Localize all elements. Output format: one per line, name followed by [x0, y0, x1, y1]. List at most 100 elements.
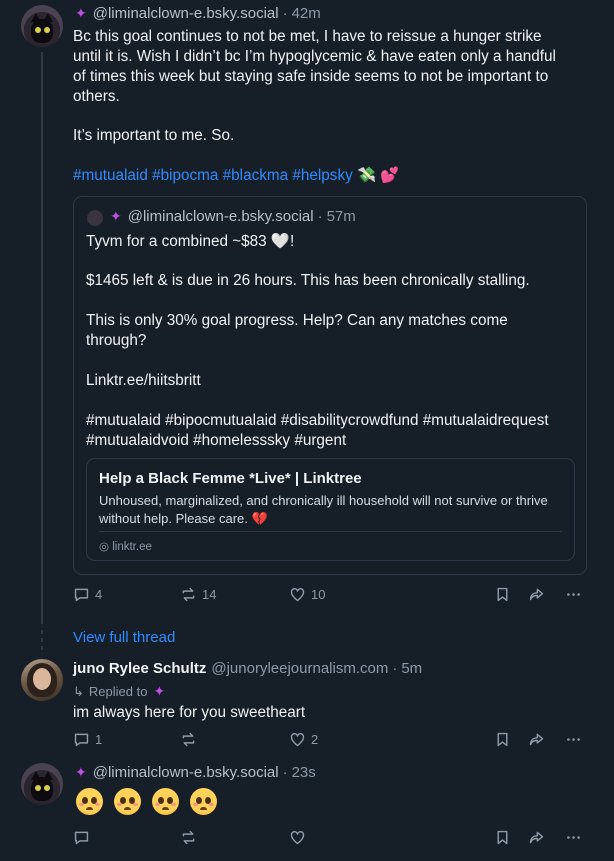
author-handle[interactable]: @junoryleejournalism.com [211, 660, 388, 677]
replied-to: ↳ Replied to ✦ [73, 683, 171, 700]
quote-p3: This is only 30% goal progress. Help? Ca… [86, 311, 508, 351]
globe-icon: ◎ [99, 541, 113, 553]
thread-line [41, 52, 43, 624]
more-button[interactable] [565, 829, 587, 846]
replied-to-label: Replied to [88, 684, 148, 699]
reply-button[interactable]: 1 [73, 731, 102, 748]
quote-line: through? [86, 332, 147, 349]
repost-icon [182, 830, 195, 845]
author-handle[interactable]: @liminalclown-e.bsky.social [93, 764, 279, 781]
like-icon [290, 830, 305, 845]
timestamp[interactable]: 42m [292, 5, 321, 22]
share-icon [529, 588, 544, 601]
reply-count: 1 [95, 732, 103, 747]
post-line: of times this week but staying safe insi… [73, 68, 549, 85]
link-card[interactable]: Help a Black Femme *Live* | Linktree Unh… [86, 458, 575, 561]
reply-icon [74, 733, 89, 747]
post-tags: #mutualaid #bipocma #blackma #helpsky 💸 … [73, 166, 399, 186]
reply-arrow-icon: ↳ [73, 683, 84, 699]
separator: · [282, 764, 288, 781]
bookmark-button[interactable] [494, 829, 516, 846]
author-name[interactable]: juno Rylee Schultz [73, 660, 206, 677]
share-button[interactable] [528, 829, 550, 846]
quote-timestamp: 57m [326, 208, 356, 225]
reply-icon [74, 831, 89, 845]
like-icon [290, 587, 305, 602]
avatar[interactable] [21, 5, 63, 47]
thread-dots [41, 630, 43, 654]
avatar[interactable] [21, 659, 63, 701]
quote-line: #mutualaidvoid #homelesssky #urgent [86, 432, 347, 449]
author-handle[interactable]: @liminalclown-e.bsky.social [93, 5, 279, 22]
bookmark-button[interactable] [494, 731, 516, 748]
timestamp[interactable]: 5m [401, 660, 422, 677]
bookmark-icon [497, 830, 508, 845]
pleading-face-emoji [76, 788, 103, 815]
like-count: 10 [311, 587, 326, 602]
share-button[interactable] [528, 731, 550, 748]
divider [99, 531, 562, 532]
view-full-thread-link[interactable]: View full thread [73, 629, 175, 646]
more-icon [567, 738, 580, 741]
more-button[interactable] [565, 731, 587, 748]
quoted-post[interactable]: ✦ @liminalclown-e.bsky.social · 57m Tyvm… [73, 196, 587, 575]
quote-link: Linktr.ee/hiitsbritt [86, 372, 201, 389]
reply-button[interactable] [73, 829, 95, 846]
avatar[interactable] [21, 763, 63, 805]
quote-avatar [87, 210, 103, 226]
post-header: ✦ @liminalclown-e.bsky.social · 23s [75, 764, 316, 781]
separator: · [282, 5, 288, 22]
reply-button[interactable]: 4 [73, 586, 102, 603]
sparkle-icon: ✦ [75, 764, 87, 780]
post-header: juno Rylee Schultz @junoryleejournalism.… [73, 660, 422, 677]
hashtags[interactable]: #mutualaid #bipocma #blackma #helpsky [73, 167, 353, 184]
timestamp[interactable]: 23s [292, 764, 316, 781]
like-button[interactable] [289, 829, 311, 846]
tag-emoji: 💸 💕 [357, 167, 400, 184]
share-icon [529, 831, 544, 844]
repost-button[interactable]: 14 [180, 586, 216, 603]
more-icon [567, 836, 580, 839]
more-button[interactable] [565, 586, 587, 603]
like-icon [290, 732, 305, 747]
quote-tags: #mutualaid #bipocmutualaid #disabilitycr… [86, 411, 549, 451]
bookmark-icon [497, 587, 508, 602]
quote-line: #mutualaid #bipocmutualaid #disabilitycr… [86, 412, 549, 429]
reply-count: 4 [95, 587, 103, 602]
like-button[interactable]: 2 [289, 731, 318, 748]
post-actions: 4 14 10 [73, 586, 588, 608]
like-button[interactable]: 10 [289, 586, 325, 603]
separator: · [317, 208, 323, 225]
quote-line: This is only 30% goal progress. Help? Ca… [86, 312, 508, 329]
post-line: Bc this goal continues to not be met, I … [73, 28, 542, 45]
pleading-face-emoji [190, 788, 217, 815]
pleading-face-emoji [114, 788, 141, 815]
post-text: im always here for you sweetheart [73, 704, 306, 721]
repost-button[interactable] [180, 731, 202, 748]
quote-p1: Tyvm for a combined ~$83 🤍! [86, 233, 295, 250]
repost-icon [182, 587, 195, 602]
bookmark-icon [497, 732, 508, 747]
repost-count: 14 [202, 587, 217, 602]
sparkle-icon: ✦ [153, 683, 166, 699]
share-icon [529, 733, 544, 746]
post-header: ✦ @liminalclown-e.bsky.social · 42m [75, 5, 321, 22]
reply-icon [74, 588, 89, 602]
post-text-2: It’s important to me. So. [73, 127, 235, 144]
post-actions: 1 2 [73, 731, 588, 753]
share-button[interactable] [528, 586, 550, 603]
repost-button[interactable] [180, 829, 202, 846]
card-domain-text: linktr.ee [112, 541, 152, 553]
card-description: Unhoused, marginalized, and chronically … [99, 493, 548, 526]
quote-handle[interactable]: @liminalclown-e.bsky.social [128, 208, 314, 225]
bookmark-button[interactable] [494, 586, 516, 603]
quote-p2: $1465 left & is due in 26 hours. This ha… [86, 272, 530, 289]
pleading-face-emoji [152, 788, 179, 815]
post-line: until it is. Wish I didn’t bc I’m hypogl… [73, 48, 556, 65]
more-icon [567, 593, 580, 596]
post-actions [73, 829, 588, 851]
repost-icon [182, 732, 195, 747]
post-text: Bc this goal continues to not be met, I … [73, 27, 593, 107]
quote-header: ✦ @liminalclown-e.bsky.social · 57m [110, 208, 356, 225]
card-title: Help a Black Femme *Live* | Linktree [99, 470, 362, 487]
